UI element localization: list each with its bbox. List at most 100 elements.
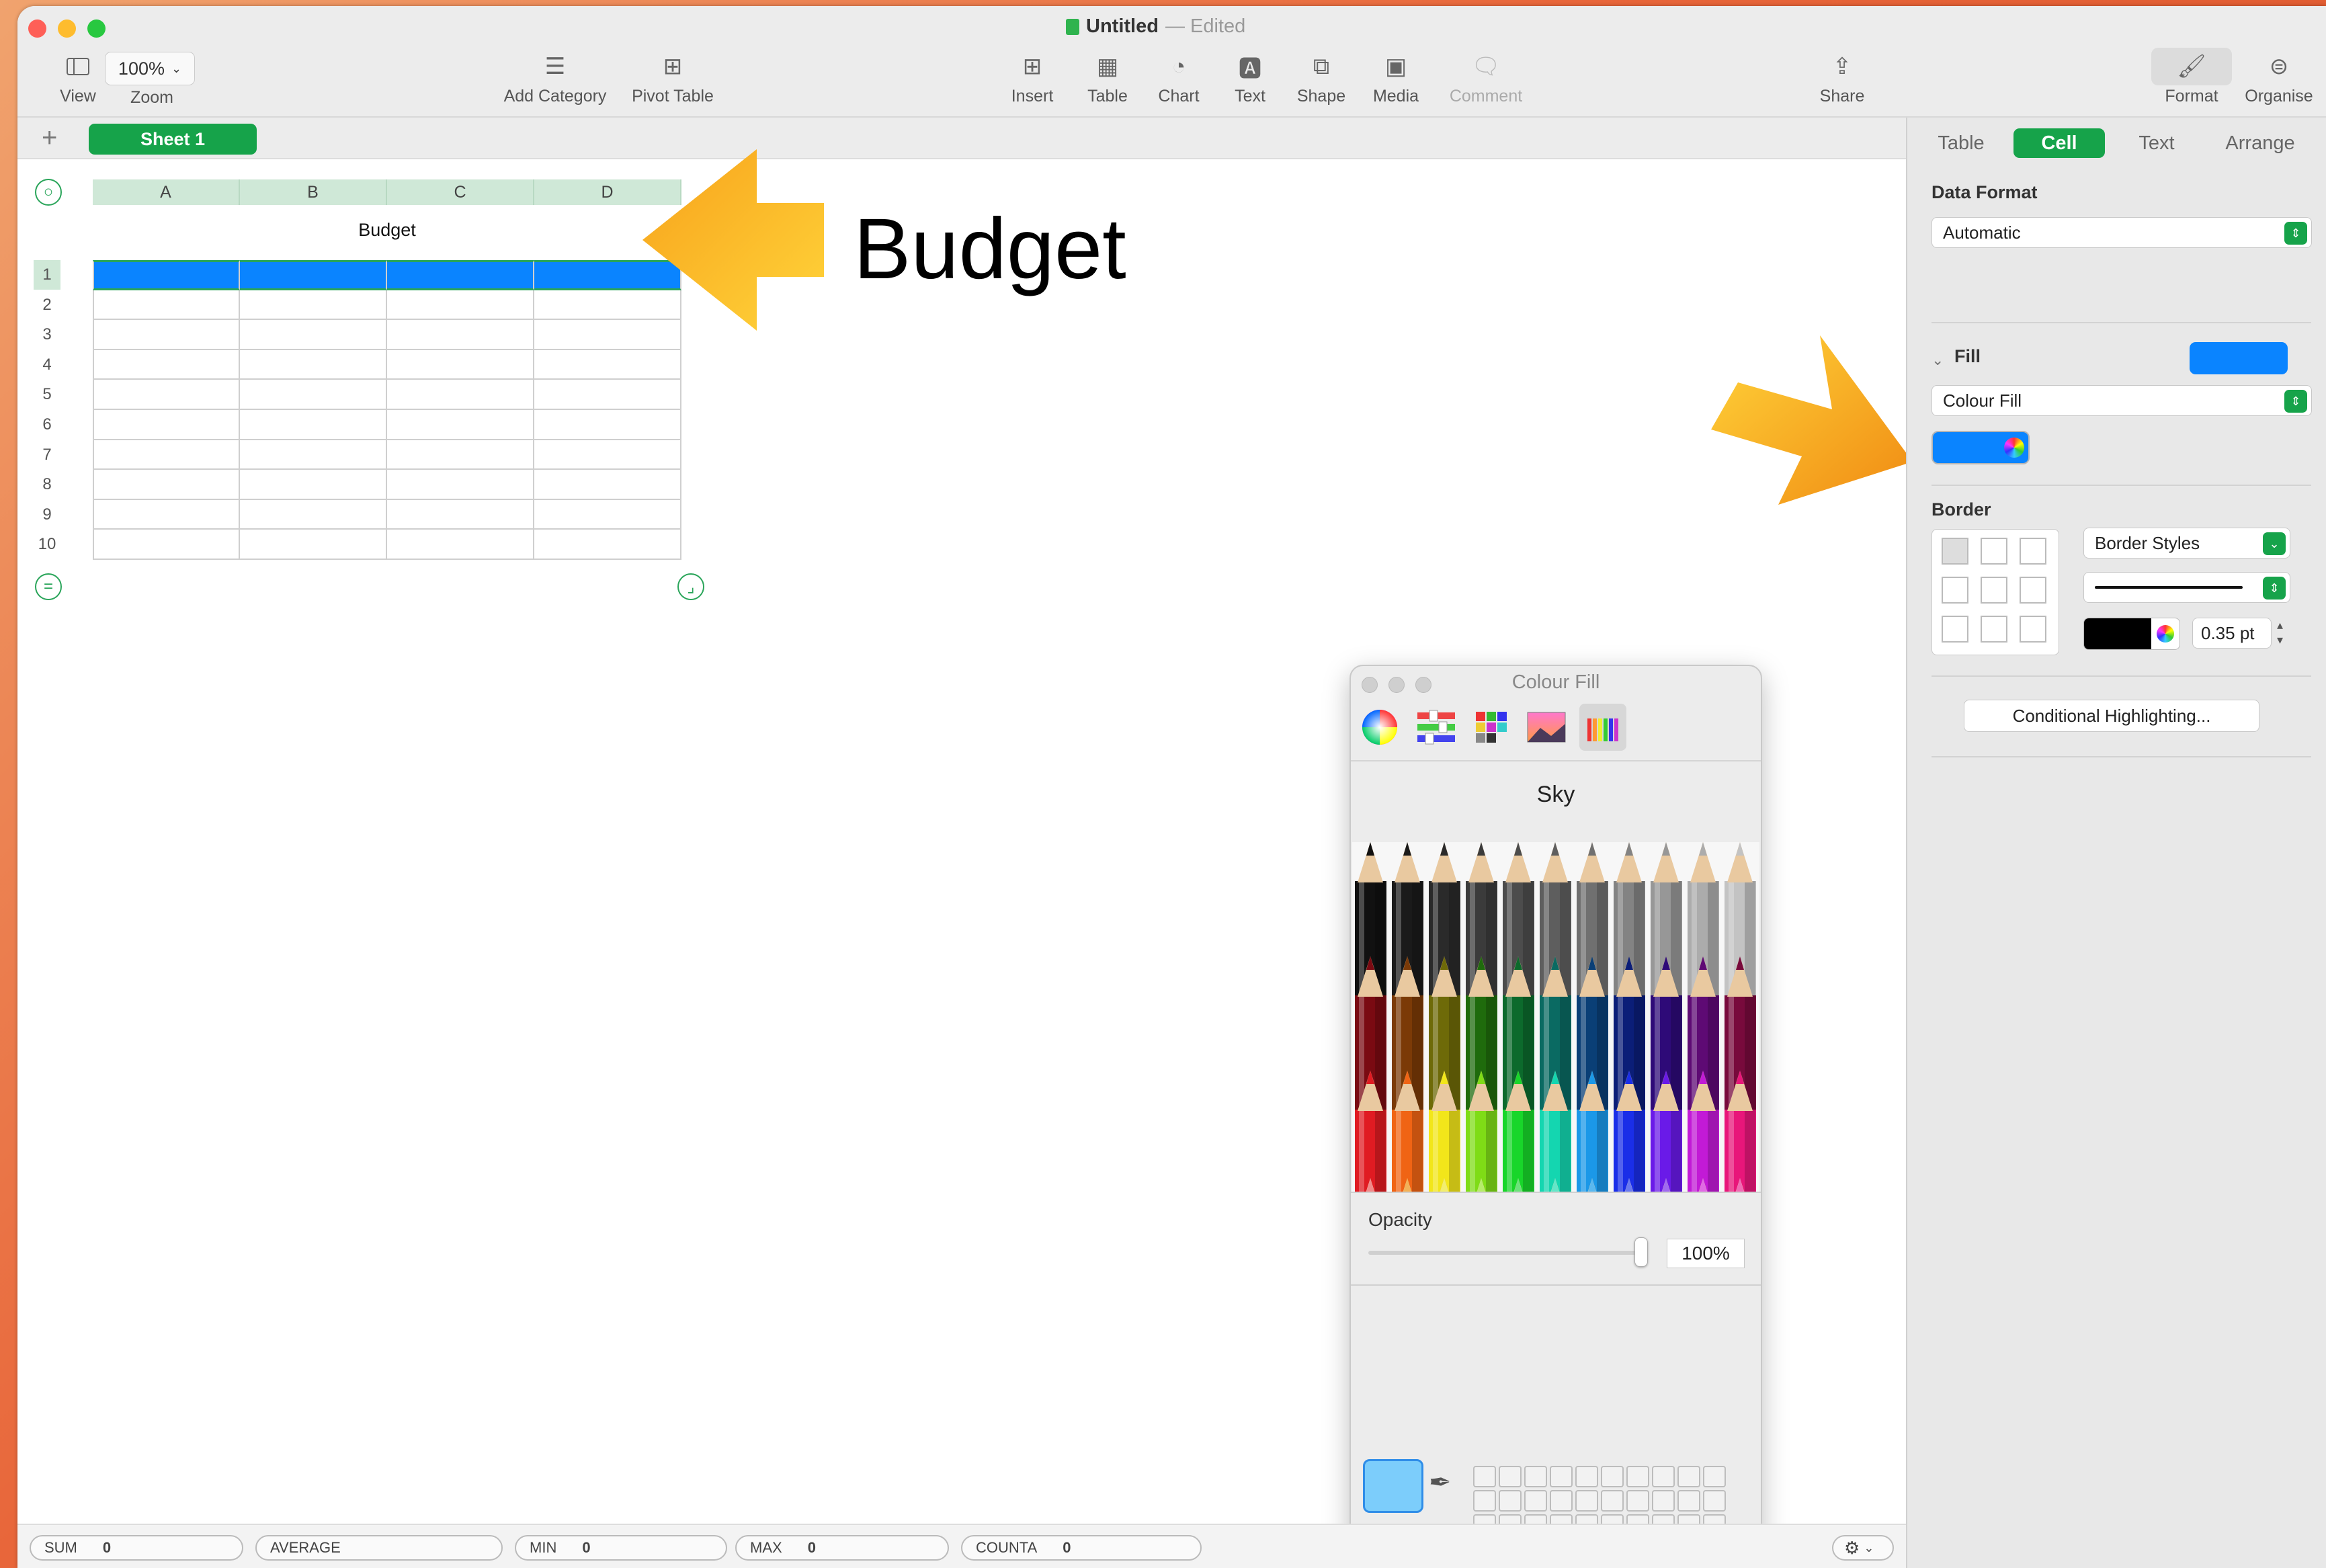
add-sheet-button[interactable]: + — [42, 123, 57, 153]
fill-type-select[interactable]: Colour Fill ⇕ — [1932, 385, 2312, 416]
empty-swatch[interactable] — [1524, 1490, 1547, 1512]
border-width-field[interactable]: 0.35 pt — [2192, 618, 2272, 649]
eyedropper-icon[interactable]: ✒ — [1429, 1467, 1452, 1498]
table-cell[interactable] — [93, 530, 240, 560]
table-cell[interactable] — [240, 440, 387, 470]
column-header-c[interactable]: C — [387, 179, 534, 205]
table-cell[interactable] — [534, 349, 681, 380]
table-cell[interactable] — [387, 410, 534, 440]
empty-swatch[interactable] — [1499, 1466, 1522, 1487]
close-button[interactable] — [28, 19, 46, 38]
empty-swatch[interactable] — [1601, 1466, 1624, 1487]
table-cell[interactable] — [93, 260, 240, 290]
comment-button[interactable]: 🗨 Comment — [1436, 48, 1536, 106]
table-cell[interactable] — [387, 530, 534, 560]
zoom-select[interactable]: 100% ⌄ — [105, 52, 195, 85]
shape-button[interactable]: ⧉ Shape — [1288, 48, 1355, 106]
border-option-icon[interactable] — [2020, 577, 2046, 604]
table-cell[interactable] — [387, 349, 534, 380]
status-settings-button[interactable]: ⚙ ⌄ — [1832, 1535, 1894, 1561]
format-button[interactable]: 🖌 Format — [2148, 48, 2235, 106]
table-cell[interactable] — [387, 290, 534, 321]
table-cell[interactable] — [387, 320, 534, 350]
border-styles-select[interactable]: Border Styles ⌄ — [2083, 528, 2290, 559]
border-option-icon[interactable] — [1981, 538, 2007, 565]
empty-swatch[interactable] — [1652, 1490, 1675, 1512]
opacity-slider-knob[interactable] — [1634, 1237, 1648, 1267]
table-cell[interactable] — [387, 440, 534, 470]
table-cell[interactable] — [93, 380, 240, 410]
empty-swatch[interactable] — [1550, 1490, 1573, 1512]
stepper-icon[interactable]: ▴ ▾ — [2277, 618, 2283, 647]
table-cell[interactable] — [534, 410, 681, 440]
row-header-9[interactable]: 9 — [34, 500, 60, 530]
row-header-2[interactable]: 2 — [34, 290, 60, 320]
media-button[interactable]: ▣ Media — [1359, 48, 1433, 106]
row-header-6[interactable]: 6 — [34, 410, 60, 440]
border-option-icon[interactable] — [1942, 577, 1968, 604]
insert-button[interactable]: ⊞ Insert — [999, 48, 1066, 106]
empty-swatch[interactable] — [1601, 1490, 1624, 1512]
tab-table[interactable]: Table — [1921, 128, 2001, 158]
empty-swatch[interactable] — [1677, 1490, 1700, 1512]
table-cell[interactable] — [93, 470, 240, 500]
border-option-icon[interactable] — [1942, 538, 1968, 565]
border-grid-selector[interactable] — [1932, 529, 2059, 655]
chart-button[interactable]: ◔ Chart — [1145, 48, 1212, 106]
fill-colour-well[interactable] — [1932, 431, 2030, 464]
empty-swatch[interactable] — [1575, 1490, 1598, 1512]
max-pill[interactable]: MAX 0 — [735, 1535, 949, 1561]
table-cell[interactable] — [240, 260, 387, 290]
colour-palettes-icon[interactable] — [1470, 704, 1512, 751]
table-button[interactable]: ▦ Table — [1074, 48, 1141, 106]
row-header-8[interactable]: 8 — [34, 470, 60, 499]
table-cell[interactable] — [240, 349, 387, 380]
table-cell[interactable] — [534, 530, 681, 560]
average-pill[interactable]: AVERAGE — [255, 1535, 503, 1561]
column-header-b[interactable]: B — [240, 179, 387, 205]
empty-swatch[interactable] — [1677, 1466, 1700, 1487]
table-cell[interactable] — [534, 440, 681, 470]
table-cell[interactable] — [387, 380, 534, 410]
table-cell[interactable] — [93, 499, 240, 530]
resize-handle[interactable]: ⌟ — [677, 573, 704, 600]
border-option-icon[interactable] — [2020, 538, 2046, 565]
table-cell[interactable] — [240, 499, 387, 530]
maximize-button[interactable] — [87, 19, 106, 38]
table-cell[interactable] — [240, 290, 387, 321]
table-cell[interactable] — [93, 349, 240, 380]
table-cell[interactable] — [93, 410, 240, 440]
share-button[interactable]: ⇪ Share — [1805, 48, 1879, 106]
conditional-highlighting-button[interactable]: Conditional Highlighting... — [1964, 700, 2259, 732]
opacity-slider[interactable] — [1368, 1237, 1648, 1267]
empty-swatch[interactable] — [1575, 1466, 1598, 1487]
row-header-4[interactable]: 4 — [34, 350, 60, 380]
sum-pill[interactable]: SUM 0 — [30, 1535, 243, 1561]
row-header-1[interactable]: 1 — [34, 260, 60, 290]
empty-swatch[interactable] — [1703, 1490, 1726, 1512]
tab-text[interactable]: Text — [2120, 128, 2194, 158]
table-cell[interactable] — [387, 470, 534, 500]
table-cell[interactable] — [534, 499, 681, 530]
current-colour-swatch[interactable] — [1363, 1459, 1423, 1513]
table-cell[interactable] — [240, 410, 387, 440]
table-cell[interactable] — [534, 470, 681, 500]
minimize-button[interactable] — [58, 19, 76, 38]
empty-swatch[interactable] — [1473, 1466, 1496, 1487]
tab-cell[interactable]: Cell — [2013, 128, 2105, 158]
pencils-icon[interactable] — [1579, 704, 1626, 751]
table-cell[interactable] — [93, 440, 240, 470]
table-cell[interactable] — [387, 260, 534, 290]
add-row-handle[interactable]: = — [35, 573, 62, 600]
table-cell[interactable] — [93, 320, 240, 350]
text-button[interactable]: 🅰 Text — [1216, 48, 1284, 106]
row-header-7[interactable]: 7 — [34, 440, 60, 470]
border-option-icon[interactable] — [1981, 577, 2007, 604]
table-cell[interactable] — [534, 380, 681, 410]
border-line-style-select[interactable]: ⇕ — [2083, 572, 2290, 603]
border-colour-well[interactable] — [2083, 618, 2180, 650]
table-cell[interactable] — [240, 320, 387, 350]
table-cell[interactable] — [387, 499, 534, 530]
opacity-field[interactable]: 100% — [1667, 1239, 1745, 1268]
table-cell[interactable] — [240, 380, 387, 410]
